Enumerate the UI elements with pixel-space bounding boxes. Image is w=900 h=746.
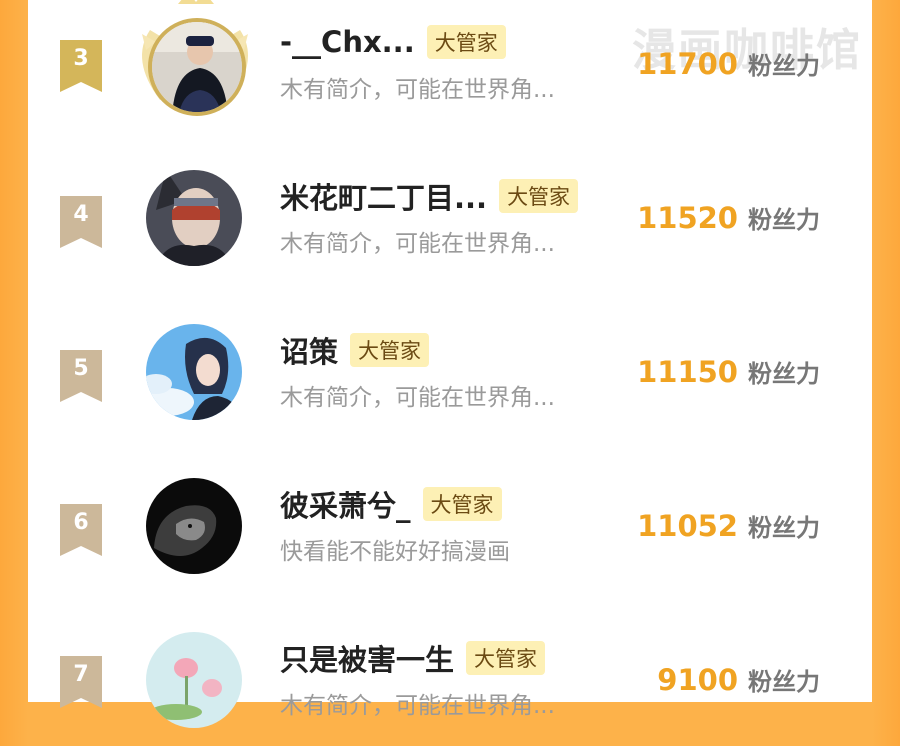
- fans-number: 11520: [637, 201, 738, 235]
- user-name[interactable]: -__Chx...: [280, 25, 415, 59]
- lotus-flowers-icon: [146, 632, 242, 728]
- user-description: 木有简介，可能在世界角...: [280, 77, 555, 103]
- lion-dark-icon: [146, 478, 242, 574]
- rank-ribbon: 5: [60, 350, 102, 402]
- rank-number: 7: [73, 662, 89, 687]
- avatar[interactable]: [146, 324, 242, 420]
- ranking-panel: 漫画咖啡馆 3 -__Chx... 大管家 木有简介，可能在世界角... 117…: [28, 0, 872, 728]
- role-badge: 大管家: [466, 641, 546, 675]
- ranking-row[interactable]: 4 米花町二丁目... 大管家 木有简介，可能在世界角... 11520 粉丝力: [28, 154, 872, 284]
- role-badge: 大管家: [426, 25, 506, 59]
- role-badge: 大管家: [350, 333, 430, 367]
- rank-ribbon: 4: [60, 196, 102, 248]
- user-name[interactable]: 只是被害一生: [280, 637, 454, 679]
- fans-number: 11700: [637, 47, 738, 81]
- ranking-row[interactable]: 7 只是被害一生 大管家 木有简介，可能在世界角... 9100 粉丝力: [28, 616, 872, 746]
- fans-score: 11052 粉丝力: [637, 508, 820, 543]
- user-description: 木有简介，可能在世界角...: [280, 385, 555, 411]
- fans-score: 11700 粉丝力: [637, 46, 820, 81]
- user-description: 木有简介，可能在世界角...: [280, 693, 555, 719]
- rank-number: 3: [73, 46, 89, 71]
- fans-label: 粉丝力: [748, 514, 820, 542]
- rank-ribbon: 6: [60, 504, 102, 556]
- fans-score: 11520 粉丝力: [637, 200, 820, 235]
- fans-label: 粉丝力: [748, 52, 820, 80]
- fans-number: 11150: [637, 355, 738, 389]
- fans-number: 11052: [637, 509, 738, 543]
- fans-label: 粉丝力: [748, 206, 820, 234]
- avatar[interactable]: [146, 478, 242, 574]
- user-description: 快看能不能好好搞漫画: [280, 539, 510, 565]
- rank-number: 4: [73, 202, 89, 227]
- fans-label: 粉丝力: [748, 668, 820, 696]
- anime-boy-sky-icon: [146, 324, 242, 420]
- user-name[interactable]: 彼采萧兮_: [280, 483, 411, 525]
- ranking-row[interactable]: 3 -__Chx... 大管家 木有简介，可能在世界角... 11700 粉丝力: [28, 0, 872, 130]
- avatar[interactable]: [146, 170, 242, 266]
- ranking-row[interactable]: 5 诏策 大管家 木有简介，可能在世界角... 11150 粉丝力: [28, 308, 872, 438]
- fans-label: 粉丝力: [748, 360, 820, 388]
- rank-ribbon: 7: [60, 656, 102, 708]
- user-name[interactable]: 米花町二丁目...: [280, 175, 487, 217]
- masked-character-icon: [146, 170, 242, 266]
- rank-number: 5: [73, 356, 89, 381]
- rank-ribbon: 3: [60, 40, 102, 92]
- user-name[interactable]: 诏策: [280, 329, 338, 371]
- fans-score: 11150 粉丝力: [637, 354, 820, 389]
- role-badge: 大管家: [499, 179, 579, 213]
- ranking-row[interactable]: 6 彼采萧兮_ 大管家 快看能不能好好搞漫画 11052 粉丝力: [28, 462, 872, 592]
- role-badge: 大管家: [422, 487, 502, 521]
- user-description: 木有简介，可能在世界角...: [280, 231, 555, 257]
- fans-number: 9100: [657, 663, 738, 697]
- avatar[interactable]: [148, 18, 246, 116]
- rank-number: 6: [73, 510, 89, 535]
- fans-score: 9100 粉丝力: [657, 662, 820, 697]
- avatar[interactable]: [146, 632, 242, 728]
